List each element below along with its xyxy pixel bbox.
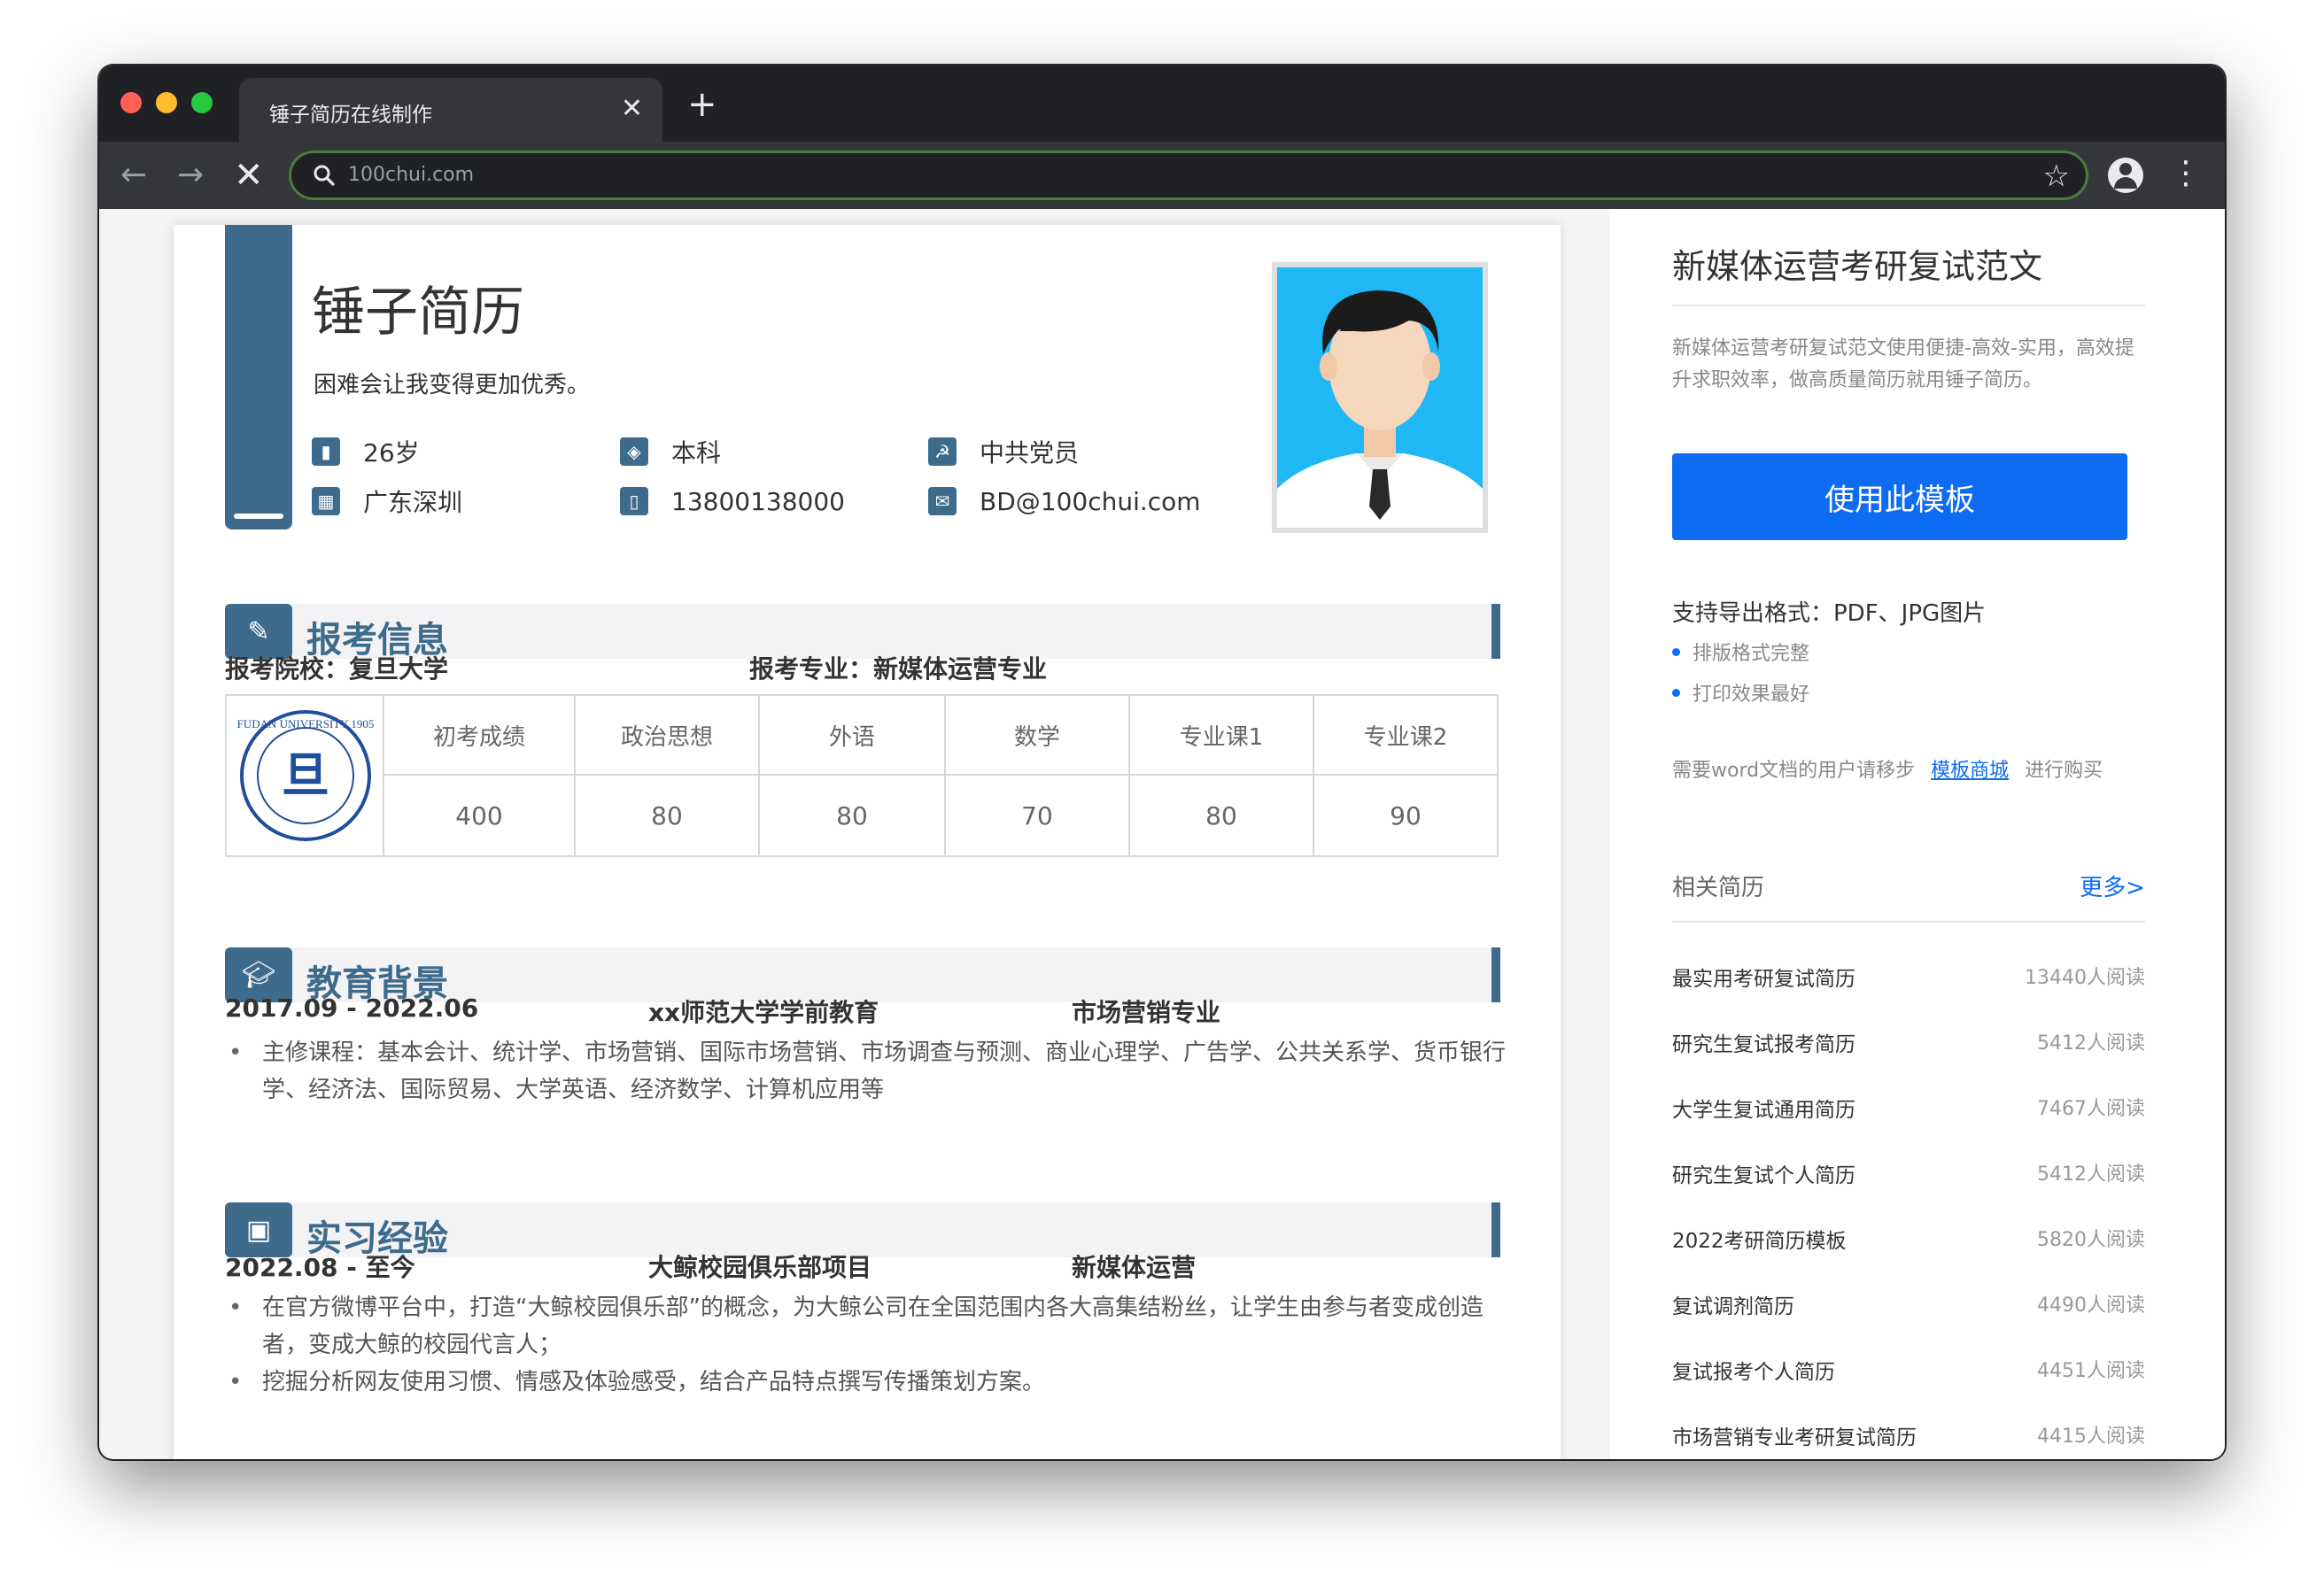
education-period: 2017.09 - 2022.06 [225, 993, 479, 1023]
tab-bar: 锤子简历在线制作 ✕ + [99, 66, 2225, 142]
related-item[interactable]: 复试调剂简历 4490人阅读 [1672, 1289, 2145, 1325]
search-icon [314, 165, 335, 186]
info-age: ▮ 26岁 [312, 436, 420, 468]
tab-close-icon[interactable]: ✕ [621, 94, 643, 124]
score-col-6: 专业课2 90 [1314, 696, 1497, 855]
fudan-seal-icon: 旦 FUDAN UNIVERSITY 1905 [237, 710, 375, 841]
minimize-window-button[interactable] [156, 92, 177, 113]
mail-icon: ✉ [928, 487, 957, 515]
related-item[interactable]: 研究生复试报考简历 5412人阅读 [1672, 1027, 2145, 1063]
related-item[interactable]: 大学生复试通用简历 7467人阅读 [1672, 1093, 2145, 1128]
profile-avatar-icon[interactable] [2108, 158, 2143, 193]
divider [1672, 921, 2145, 923]
score-col-5: 专业课1 80 [1130, 696, 1314, 855]
more-link[interactable]: 更多> [2080, 869, 2145, 902]
graduation-icon: ◈ [620, 437, 648, 466]
internship-bullet-1: 在官方微博平台中，打造“大鲸校园俱乐部”的概念，为大鲸公司在全国范围内各大高集结… [229, 1289, 1511, 1364]
avatar-illustration [1277, 290, 1483, 528]
stop-loading-icon[interactable]: ✕ [234, 156, 264, 195]
related-item[interactable]: 研究生复试个人简历 5412人阅读 [1672, 1158, 2145, 1194]
info-degree: ◈ 本科 [620, 436, 721, 468]
browser-menu-icon[interactable]: ⋮ [2170, 154, 2202, 193]
score-col-4: 数学 70 [946, 696, 1130, 855]
university-seal: 旦 FUDAN UNIVERSITY 1905 [227, 696, 384, 855]
info-phone: ▯ 13800138000 [620, 485, 845, 517]
seal-text: FUDAN UNIVERSITY 1905 [237, 717, 375, 730]
back-icon[interactable]: ← [120, 156, 147, 195]
tab-title: 锤子简历在线制作 [269, 104, 432, 127]
education-school: xx师范大学学前教育 [648, 998, 879, 1027]
template-title: 新媒体运营考研复试范文 [1672, 247, 2043, 286]
info-location: ▦ 广东深圳 [312, 485, 462, 517]
browser-toolbar: ← → ✕ 100chui.com ☆ ⋮ [99, 142, 2225, 209]
template-description: 新媒体运营考研复试范文使用便捷-高效-实用，高效提升求职效率，做高质量简历就用锤… [1672, 337, 2134, 391]
browser-window: 锤子简历在线制作 ✕ + ← → ✕ 100chui.com ☆ ⋮ 锤子简历 … [99, 66, 2225, 1459]
building-icon: ▦ [312, 487, 340, 515]
exam-school: 报考院校：复旦大学 [225, 654, 449, 684]
divider [1672, 305, 2145, 306]
related-item[interactable]: 最实用考研复试简历 13440人阅读 [1672, 962, 2145, 997]
resume-name: 锤子简历 [312, 282, 524, 344]
template-sidebar: 新媒体运营考研复试范文 新媒体运营考研复试范文使用便捷-高效-实用，高效提升求职… [1610, 209, 2225, 1459]
phone-icon: ▯ [620, 487, 648, 515]
bar-chart-icon: ▮ [312, 437, 340, 466]
resume-motto: 困难会让我变得更加优秀。 [314, 372, 591, 398]
resume-preview: 锤子简历 困难会让我变得更加优秀。 ▮ 26岁 ◈ 本科 ☭ 中共党员 ▦ 广东… [174, 225, 1561, 1459]
related-item[interactable]: 市场营销专业考研复试简历 4415人阅读 [1672, 1420, 2145, 1456]
maximize-window-button[interactable] [191, 92, 213, 113]
page-content: 锤子简历 困难会让我变得更加优秀。 ▮ 26岁 ◈ 本科 ☭ 中共党员 ▦ 广东… [99, 209, 2225, 1459]
internship-bullet-2: 挖掘分析网友使用习惯、情感及体验感受，结合产品特点撰写传播策划方案。 [229, 1364, 1511, 1401]
related-item[interactable]: 2022考研简历模板 5820人阅读 [1672, 1224, 2145, 1259]
feature-item: 排版格式完整 [1672, 638, 1809, 666]
score-col-3: 外语 80 [760, 696, 946, 855]
info-email: ✉ BD@100chui.com [928, 485, 1201, 517]
new-tab-button[interactable]: + [687, 87, 717, 122]
close-window-button[interactable] [120, 92, 142, 113]
related-resumes-title: 相关简历 [1672, 875, 1765, 901]
url-text[interactable]: 100chui.com [348, 164, 474, 186]
internship-period: 2022.08 - 至今 [225, 1253, 415, 1282]
use-template-button[interactable]: 使用此模板 [1672, 453, 2127, 540]
profile-photo [1272, 262, 1488, 533]
svg-text:旦: 旦 [282, 749, 329, 802]
internship-role: 新媒体运营 [1072, 1253, 1197, 1282]
word-note: 需要word文档的用户请移步 模板商城 进行购买 [1672, 760, 2103, 782]
score-table: 旦 FUDAN UNIVERSITY 1905 初考成绩 400 政治思想 80… [225, 694, 1499, 857]
header-accent-strip [225, 225, 292, 529]
exam-major: 报考专业：新媒体运营专业 [749, 654, 1048, 684]
education-major: 市场营销专业 [1072, 998, 1221, 1027]
bookmark-star-icon[interactable]: ☆ [2043, 158, 2070, 194]
score-col-2: 政治思想 80 [576, 696, 760, 855]
forward-icon[interactable]: → [177, 156, 204, 195]
related-item[interactable]: 复试报考个人简历 4451人阅读 [1672, 1355, 2145, 1390]
party-badge-icon: ☭ [928, 437, 957, 466]
address-bar[interactable]: 100chui.com ☆ [289, 151, 2088, 200]
internship-project: 大鲸校园俱乐部项目 [648, 1253, 872, 1282]
active-tab[interactable]: 锤子简历在线制作 ✕ [239, 78, 662, 142]
education-courses: 主修课程：基本会计、统计学、市场营销、国际市场营销、市场调查与预测、商业心理学、… [229, 1034, 1511, 1109]
score-col-1: 初考成绩 400 [384, 696, 576, 855]
export-formats: 支持导出格式：PDF、JPG图片 [1672, 600, 1987, 627]
template-mall-link[interactable]: 模板商城 [1931, 760, 2009, 782]
feature-item: 打印效果最好 [1672, 678, 1809, 707]
info-politics: ☭ 中共党员 [928, 436, 1079, 468]
